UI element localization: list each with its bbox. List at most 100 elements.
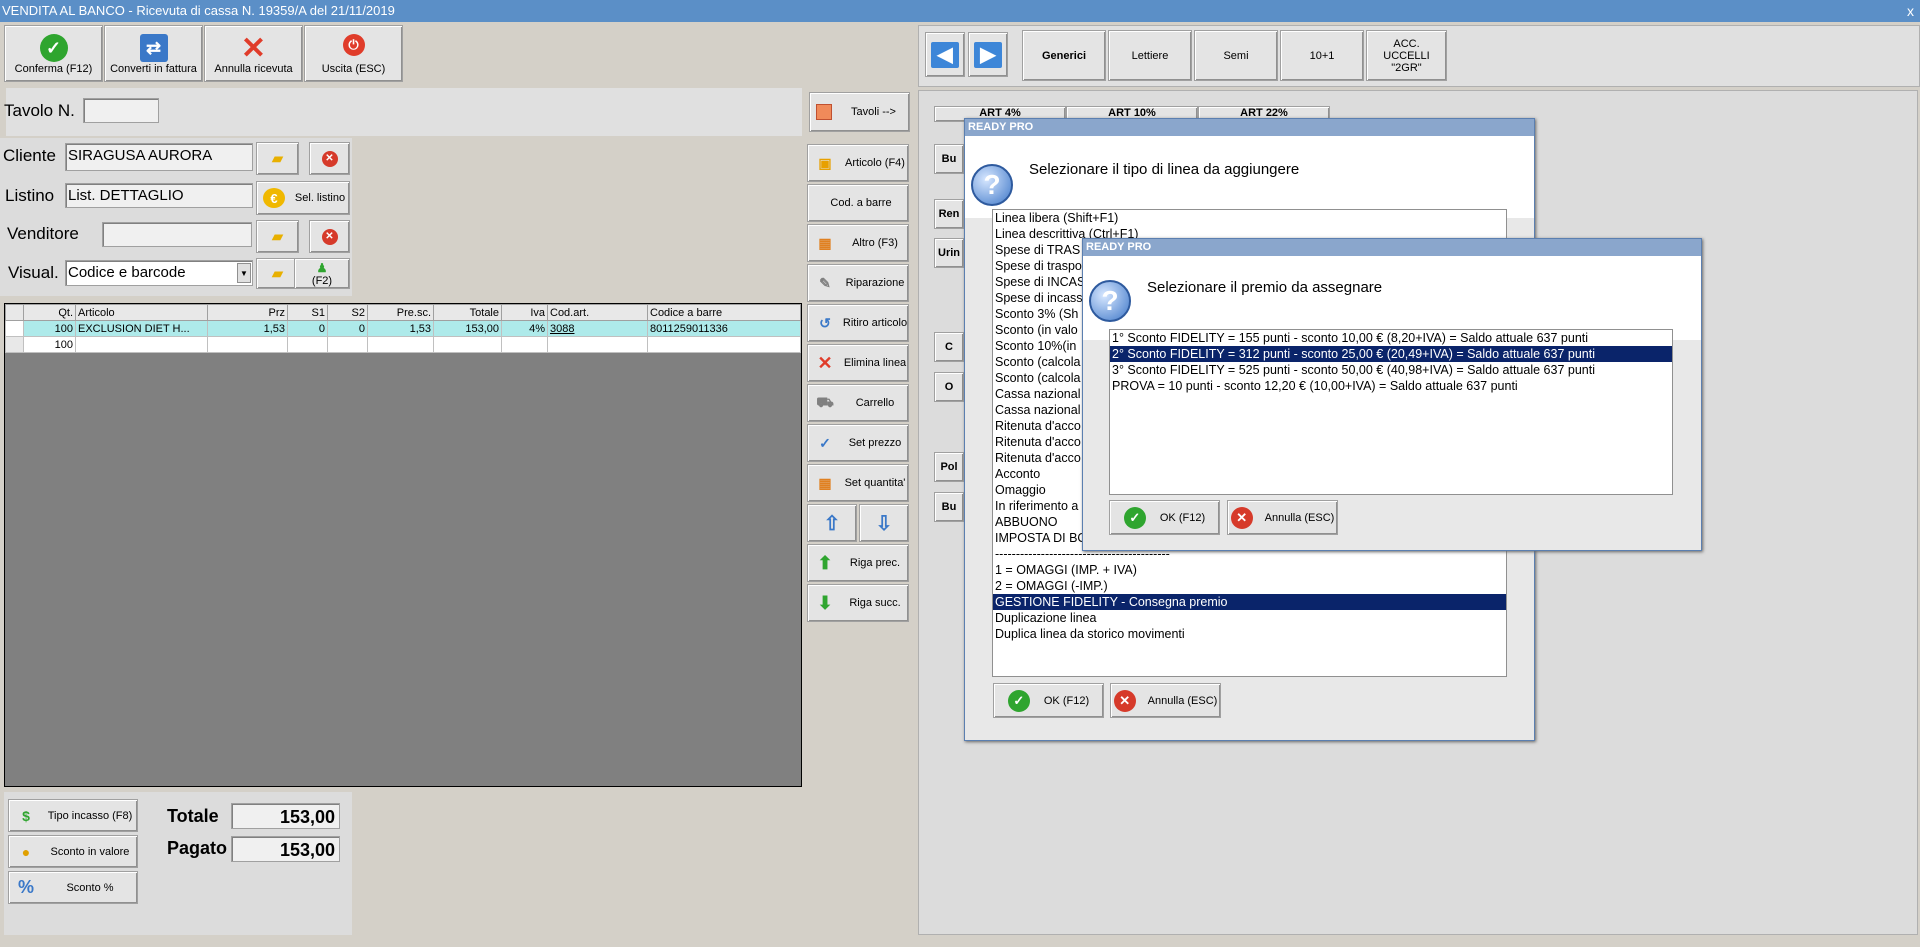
venditore-input[interactable] — [102, 222, 252, 247]
cliente-input[interactable]: SIRAGUSA AURORA — [65, 143, 253, 171]
col-s2[interactable]: S2 — [327, 304, 368, 321]
set-prezzo-button[interactable]: ✓ Set prezzo — [807, 424, 909, 462]
prev-arrow-button[interactable]: ◀ — [925, 32, 965, 77]
product-button[interactable]: Ren — [934, 199, 964, 229]
listino-input[interactable]: List. DETTAGLIO — [65, 183, 253, 208]
list-item[interactable]: Duplicazione linea — [993, 610, 1506, 626]
riparazione-button[interactable]: ✎ Riparazione — [807, 264, 909, 302]
category-generici[interactable]: Generici — [1022, 30, 1106, 81]
articolo-button[interactable]: ▣ Articolo (F4) — [807, 144, 909, 182]
product-button[interactable]: Pol — [934, 452, 964, 482]
exit-button[interactable]: ⏻ Uscita (ESC) — [304, 25, 403, 82]
barcode-button[interactable]: Cod. a barre — [807, 184, 909, 222]
cell-prz[interactable]: 1,53 — [207, 320, 288, 337]
remove-row-button[interactable]: ⇩ — [859, 504, 909, 542]
visual-select[interactable]: Codice e barcode ▼ — [65, 260, 253, 286]
cell-barcode[interactable] — [647, 336, 801, 353]
product-button[interactable]: O — [934, 372, 964, 402]
list-item[interactable]: GESTIONE FIDELITY - Consegna premio — [993, 594, 1506, 610]
cell-s1[interactable] — [287, 336, 328, 353]
cell-codart[interactable] — [547, 336, 648, 353]
list-item[interactable]: Linea libera (Shift+F1) — [993, 210, 1506, 226]
tavolo-input[interactable] — [83, 98, 159, 123]
list-item[interactable]: PROVA = 10 punti - sconto 12,20 € (10,00… — [1110, 378, 1672, 394]
cell-s2[interactable]: 0 — [327, 320, 368, 337]
carrello-button[interactable]: ⛟ Carrello — [807, 384, 909, 422]
cell-prz[interactable] — [207, 336, 288, 353]
dialog2-cancel-button[interactable]: ✕ Annulla (ESC) — [1227, 500, 1338, 535]
next-arrow-button[interactable]: ▶ — [968, 32, 1008, 77]
dialog1-cancel-button[interactable]: ✕ Annulla (ESC) — [1110, 683, 1221, 718]
col-s1[interactable]: S1 — [287, 304, 328, 321]
category-10plus1[interactable]: 10+1 — [1280, 30, 1364, 81]
pagato-value[interactable]: 153,00 — [231, 836, 340, 862]
venditore-browse-button[interactable]: ▰ — [256, 220, 299, 253]
insert-row-button[interactable]: ⇧ — [807, 504, 857, 542]
product-button[interactable]: Bu — [934, 492, 964, 522]
col-iva[interactable]: Iva — [501, 304, 548, 321]
col-prz[interactable]: Prz — [207, 304, 288, 321]
close-icon[interactable]: x — [1907, 0, 1914, 22]
cell-codart[interactable]: 3088 — [547, 320, 648, 337]
ritiro-button[interactable]: ↺ Ritiro articolo — [807, 304, 909, 342]
col-barcode[interactable]: Codice a barre — [647, 304, 801, 321]
list-item[interactable]: 2° Sconto FIDELITY = 312 punti - sconto … — [1110, 346, 1672, 362]
convert-invoice-button[interactable]: ⇄ Converti in fattura — [104, 25, 203, 82]
cell-barcode[interactable]: 8011259011336 — [647, 320, 801, 337]
product-button[interactable]: Bu — [934, 144, 964, 174]
list-item[interactable]: 2 = OMAGGI (-IMP.) — [993, 578, 1506, 594]
cell-iva[interactable]: 4% — [501, 320, 548, 337]
category-lettiere[interactable]: Lettiere — [1108, 30, 1192, 81]
table-row[interactable]: 100 — [5, 336, 801, 353]
tipo-incasso-button[interactable]: $ Tipo incasso (F8) — [8, 799, 138, 832]
cell-presc[interactable] — [367, 336, 434, 353]
category-acc-uccelli[interactable]: ACC. UCCELLI "2GR" — [1366, 30, 1447, 81]
sconto-perc-button[interactable]: % Sconto % — [8, 871, 138, 904]
cell-s1[interactable]: 0 — [287, 320, 328, 337]
articles-grid[interactable]: Qt. Articolo Prz S1 S2 Pre.sc. Totale Iv… — [4, 303, 802, 787]
next-row-button[interactable]: ⬇ Riga succ. — [807, 584, 909, 622]
set-quantita-button[interactable]: ▦ Set quantita' — [807, 464, 909, 502]
tavoli-button[interactable]: Tavoli --> — [809, 92, 910, 132]
dialog2-ok-button[interactable]: ✓ OK (F12) — [1109, 500, 1220, 535]
altro-button[interactable]: ▦ Altro (F3) — [807, 224, 909, 262]
list-item[interactable]: 1° Sconto FIDELITY = 155 punti - sconto … — [1110, 330, 1672, 346]
cell-totale[interactable] — [433, 336, 502, 353]
product-button[interactable]: Urin — [934, 238, 964, 268]
cell-presc[interactable]: 1,53 — [367, 320, 434, 337]
sconto-valore-button[interactable]: ● Sconto in valore — [8, 835, 138, 868]
reward-list[interactable]: 1° Sconto FIDELITY = 155 punti - sconto … — [1109, 329, 1673, 495]
list-item[interactable]: 3° Sconto FIDELITY = 525 punti - sconto … — [1110, 362, 1672, 378]
confirm-button[interactable]: ✓ Conferma (F12) — [4, 25, 103, 82]
visual-browse-button[interactable]: ▰ — [256, 258, 299, 289]
cell-totale[interactable]: 153,00 — [433, 320, 502, 337]
list-item[interactable]: Duplica linea da storico movimenti — [993, 626, 1506, 642]
prev-row-button[interactable]: ⬆ Riga prec. — [807, 544, 909, 582]
delete-line-button[interactable]: ✕ Elimina linea — [807, 344, 909, 382]
select-listino-button[interactable]: € Sel. listino — [256, 181, 350, 215]
cell-qt[interactable]: 100 — [23, 336, 76, 353]
cell-iva[interactable] — [501, 336, 548, 353]
dialog1-ok-button[interactable]: ✓ OK (F12) — [993, 683, 1104, 718]
col-qt[interactable]: Qt. — [23, 304, 76, 321]
chevron-down-icon[interactable]: ▼ — [237, 263, 251, 283]
f2-button[interactable]: ♟ (F2) — [294, 258, 350, 289]
col-codart[interactable]: Cod.art. — [547, 304, 648, 321]
cliente-clear-button[interactable]: ✕ — [309, 142, 350, 175]
table-row[interactable]: 100 EXCLUSION DIET H... 1,53 0 0 1,53 15… — [5, 320, 801, 337]
product-button[interactable]: C — [934, 332, 964, 362]
category-semi[interactable]: Semi — [1194, 30, 1278, 81]
col-articolo[interactable]: Articolo — [75, 304, 208, 321]
col-totale[interactable]: Totale — [433, 304, 502, 321]
row-selector[interactable] — [5, 336, 24, 353]
venditore-clear-button[interactable]: ✕ — [309, 220, 350, 253]
cell-articolo[interactable]: EXCLUSION DIET H... — [75, 320, 208, 337]
col-presc[interactable]: Pre.sc. — [367, 304, 434, 321]
row-selector[interactable] — [5, 320, 24, 337]
cell-qt[interactable]: 100 — [23, 320, 76, 337]
cell-s2[interactable] — [327, 336, 368, 353]
cancel-receipt-button[interactable]: ✕ Annulla ricevuta — [204, 25, 303, 82]
cell-articolo[interactable] — [75, 336, 208, 353]
list-item[interactable]: 1 = OMAGGI (IMP. + IVA) — [993, 562, 1506, 578]
cliente-browse-button[interactable]: ▰ — [256, 142, 299, 175]
